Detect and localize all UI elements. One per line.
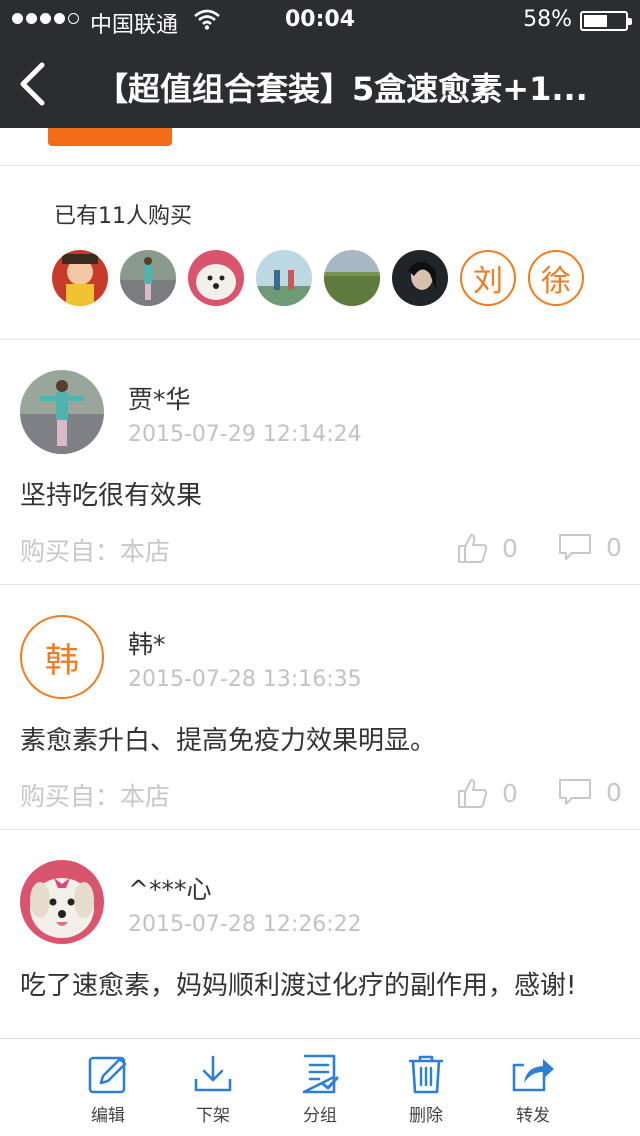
tab-bad[interactable] <box>486 128 586 144</box>
avatar[interactable] <box>392 250 448 306</box>
reviewer-name: 贾*华 <box>128 385 191 414</box>
delete-button[interactable]: 删除 <box>386 1053 466 1126</box>
thumbs-up-icon <box>458 779 488 808</box>
comment-button[interactable]: 0 <box>558 777 622 807</box>
battery-percentage: 58% <box>523 7 572 32</box>
comment-count: 0 <box>606 532 622 562</box>
top-bar: 中国联通 00:04 58% 【超值组合套装】5盒速愈素+1... <box>0 0 640 128</box>
review-item: ^***心 2015-07-28 12:26:22 吃了速愈素，妈妈顺利渡过化疗… <box>0 830 640 1038</box>
avatar[interactable] <box>52 250 108 306</box>
group-label: 分组 <box>303 1106 337 1126</box>
purchase-source: 购买自：本店 <box>20 537 171 566</box>
tab-good[interactable] <box>200 128 300 144</box>
like-button[interactable]: 0 <box>456 777 518 809</box>
comment-icon <box>559 534 591 560</box>
avatar[interactable] <box>20 370 104 454</box>
unshelve-button[interactable]: 下架 <box>173 1053 253 1126</box>
review-footer: 购买自：本店 0 0 <box>20 777 622 817</box>
buyer-avatar-list: 刘 徐 <box>52 250 584 306</box>
reviewer-name: 韩* <box>128 630 166 659</box>
group-button[interactable]: 分组 <box>280 1053 360 1126</box>
comment-count: 0 <box>606 777 622 807</box>
avatar[interactable] <box>20 860 104 944</box>
bottom-toolbar: 编辑 下架 分组 删除 转发 <box>0 1038 640 1136</box>
like-button[interactable]: 0 <box>456 532 518 564</box>
trash-icon <box>409 1055 443 1094</box>
review-filter-tabs <box>0 128 640 166</box>
review-item: 韩 韩* 2015-07-28 13:16:35 素愈素升白、提高免疫力效果明显… <box>0 585 640 830</box>
edit-label: 编辑 <box>91 1106 125 1126</box>
share-icon <box>512 1059 554 1092</box>
thumbs-up-icon <box>458 534 488 563</box>
review-time: 2015-07-28 12:26:22 <box>128 912 362 937</box>
avatar[interactable]: 徐 <box>528 250 584 306</box>
tab-medium[interactable] <box>344 128 444 144</box>
avatar[interactable] <box>188 250 244 306</box>
comment-icon <box>559 779 591 805</box>
review-item: 贾*华 2015-07-29 12:14:24 坚持吃很有效果 购买自：本店 0… <box>0 340 640 585</box>
review-footer: 购买自：本店 0 0 <box>20 532 622 572</box>
list-check-icon <box>302 1054 339 1094</box>
like-count: 0 <box>502 778 518 808</box>
avatar[interactable]: 刘 <box>460 250 516 306</box>
battery-icon <box>580 11 632 31</box>
status-bar: 中国联通 00:04 58% <box>0 0 640 40</box>
buyers-count: 已有11人购买 <box>54 204 192 229</box>
avatar[interactable] <box>120 250 176 306</box>
reviewer-name: ^***心 <box>128 875 212 904</box>
edit-icon <box>88 1056 127 1094</box>
avatar[interactable] <box>324 250 380 306</box>
back-button[interactable] <box>14 62 54 106</box>
avatar[interactable] <box>256 250 312 306</box>
edit-button[interactable]: 编辑 <box>68 1053 148 1126</box>
forward-label: 转发 <box>516 1106 550 1126</box>
review-content: 吃了速愈素，妈妈顺利渡过化疗的副作用，感谢! <box>20 971 577 1001</box>
forward-button[interactable]: 转发 <box>493 1053 573 1126</box>
avatar[interactable]: 韩 <box>20 615 104 699</box>
page-title: 【超值组合套装】5盒速愈素+1... <box>96 70 588 108</box>
buyers-section: 已有11人购买 刘 徐 <box>0 166 640 340</box>
comment-button[interactable]: 0 <box>558 532 622 562</box>
tab-all[interactable] <box>48 128 172 146</box>
delete-label: 删除 <box>409 1106 443 1126</box>
review-content: 坚持吃很有效果 <box>20 481 203 511</box>
chevron-left-icon <box>20 62 45 106</box>
review-time: 2015-07-28 13:16:35 <box>128 667 362 692</box>
unshelve-label: 下架 <box>196 1106 230 1126</box>
purchase-source: 购买自：本店 <box>20 782 171 811</box>
review-time: 2015-07-29 12:14:24 <box>128 422 362 447</box>
like-count: 0 <box>502 533 518 563</box>
review-content: 素愈素升白、提高免疫力效果明显。 <box>20 726 437 756</box>
download-icon <box>194 1055 232 1092</box>
